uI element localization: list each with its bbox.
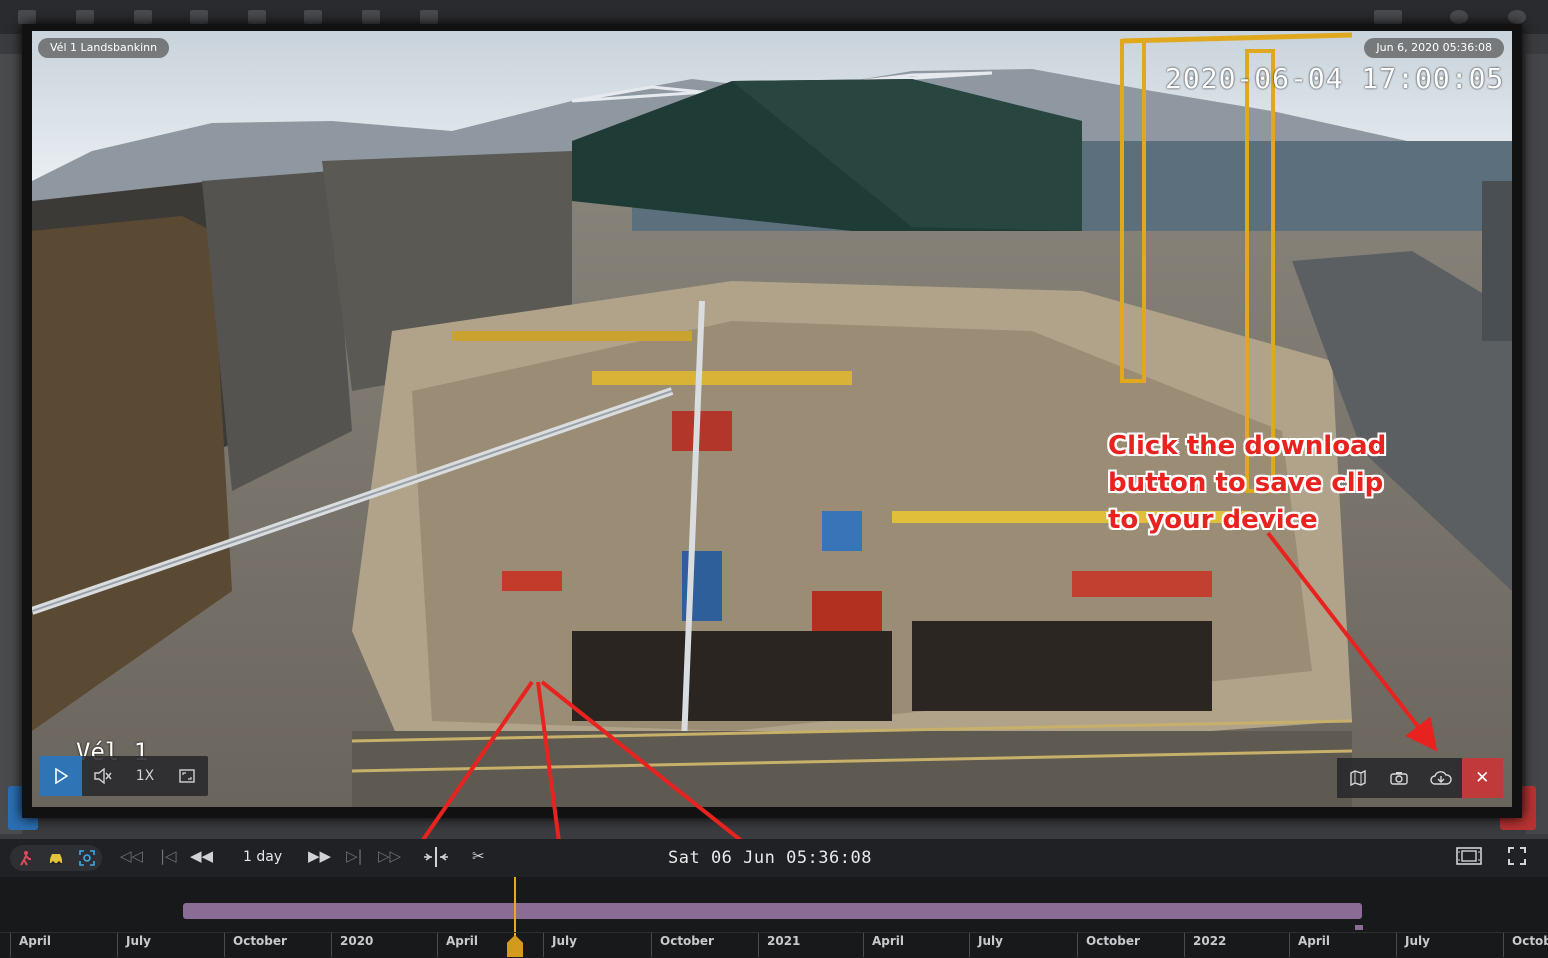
speaker-muted-icon bbox=[94, 768, 112, 784]
fullscreen-toggle[interactable] bbox=[166, 756, 208, 796]
play-button[interactable] bbox=[40, 756, 82, 796]
cloud-download-icon bbox=[1430, 771, 1452, 785]
close-button[interactable]: ✕ bbox=[1461, 758, 1503, 798]
clip-actions: ✕ bbox=[1337, 758, 1503, 798]
object-filters bbox=[10, 845, 102, 871]
background-panel-right bbox=[1526, 54, 1548, 834]
timeline-label: 2022 bbox=[1184, 933, 1226, 957]
timeline-label: 2021 bbox=[758, 933, 800, 957]
skip-start-icon[interactable]: |◁ bbox=[160, 847, 177, 865]
prev-event-icon[interactable]: ◁◁ bbox=[120, 847, 143, 865]
detection-filter-icon[interactable] bbox=[76, 847, 98, 869]
player-controls: 1X bbox=[40, 756, 208, 796]
map-icon bbox=[1350, 770, 1366, 786]
center-cursor-icon[interactable] bbox=[424, 847, 448, 871]
timeline-label: July bbox=[543, 933, 577, 957]
current-timestamp: Sat 06 Jun 05:36:08 bbox=[668, 848, 872, 868]
timeline-label: October bbox=[1077, 933, 1140, 957]
osd-timestamp: 2020-06-04 17:00:05 bbox=[1165, 62, 1505, 95]
folder-icon[interactable] bbox=[76, 10, 94, 24]
user-icon[interactable] bbox=[1508, 10, 1526, 24]
timeline-label: April bbox=[437, 933, 478, 957]
person-filter-icon[interactable] bbox=[14, 847, 36, 869]
timeline-label: April bbox=[863, 933, 904, 957]
camera-icon bbox=[1390, 772, 1408, 785]
fast-forward-icon[interactable]: ▶▶ bbox=[308, 847, 331, 865]
skip-end-icon[interactable]: ▷| bbox=[346, 847, 363, 865]
clip-scissors-icon[interactable]: ✂ bbox=[472, 847, 485, 865]
media-viewer bbox=[22, 24, 1522, 818]
pin-icon[interactable] bbox=[420, 10, 438, 24]
recording-range-bar[interactable] bbox=[183, 903, 1362, 919]
timeline-label: July bbox=[969, 933, 1003, 957]
expand-icon bbox=[179, 769, 195, 783]
timeline-label: Octob bbox=[1503, 933, 1548, 957]
vehicle-filter-icon[interactable] bbox=[45, 847, 67, 869]
close-icon: ✕ bbox=[1475, 768, 1490, 788]
tutorial-annotation: Click the download button to save clip t… bbox=[1108, 431, 1387, 535]
construction-site-photo bbox=[32, 31, 1512, 807]
image-icon[interactable] bbox=[190, 10, 208, 24]
range-end-marker bbox=[1355, 925, 1363, 930]
menu-icon[interactable] bbox=[18, 10, 36, 24]
speed-button[interactable]: 1X bbox=[124, 756, 166, 796]
mute-button[interactable] bbox=[82, 756, 124, 796]
window-icon[interactable] bbox=[1374, 10, 1402, 24]
timeline[interactable]: April July October 2020 April July Octob… bbox=[0, 877, 1548, 957]
map-icon[interactable] bbox=[248, 10, 266, 24]
help-icon[interactable] bbox=[1450, 10, 1468, 24]
download-button[interactable] bbox=[1420, 758, 1462, 798]
play-icon bbox=[55, 768, 68, 784]
timeline-label: July bbox=[117, 933, 151, 957]
grid-icon[interactable] bbox=[362, 10, 380, 24]
step-size-selector[interactable]: 1 day bbox=[243, 849, 282, 865]
fullscreen-icon[interactable] bbox=[1508, 847, 1526, 869]
snapshot-time-badge: Jun 6, 2020 05:36:08 bbox=[1364, 38, 1504, 58]
timeline-label: October bbox=[224, 933, 287, 957]
timeline-label: April bbox=[1289, 933, 1330, 957]
rewind-icon[interactable]: ◀◀ bbox=[190, 847, 213, 865]
upload-icon[interactable] bbox=[134, 10, 152, 24]
timeline-label: July bbox=[1396, 933, 1430, 957]
background-panel-left bbox=[0, 54, 22, 834]
timeline-scale: April July October 2020 April July Octob… bbox=[0, 932, 1548, 958]
camera-image bbox=[32, 31, 1512, 807]
filmstrip-icon[interactable] bbox=[1456, 847, 1482, 869]
playback-toolbar: ◁◁ |◁ ◀◀ 1 day ▶▶ ▷| ▷▷ ✂ Sat 06 Jun 05:… bbox=[0, 839, 1548, 877]
next-event-icon[interactable]: ▷▷ bbox=[378, 847, 401, 865]
timeline-label: April bbox=[10, 933, 51, 957]
list-icon[interactable] bbox=[304, 10, 322, 24]
timeline-label: 2020 bbox=[331, 933, 373, 957]
timeline-label: October bbox=[651, 933, 714, 957]
snapshot-button[interactable] bbox=[1379, 758, 1421, 798]
camera-name-badge: Vél 1 Landsbankinn bbox=[38, 38, 170, 58]
map-button[interactable] bbox=[1337, 758, 1379, 798]
